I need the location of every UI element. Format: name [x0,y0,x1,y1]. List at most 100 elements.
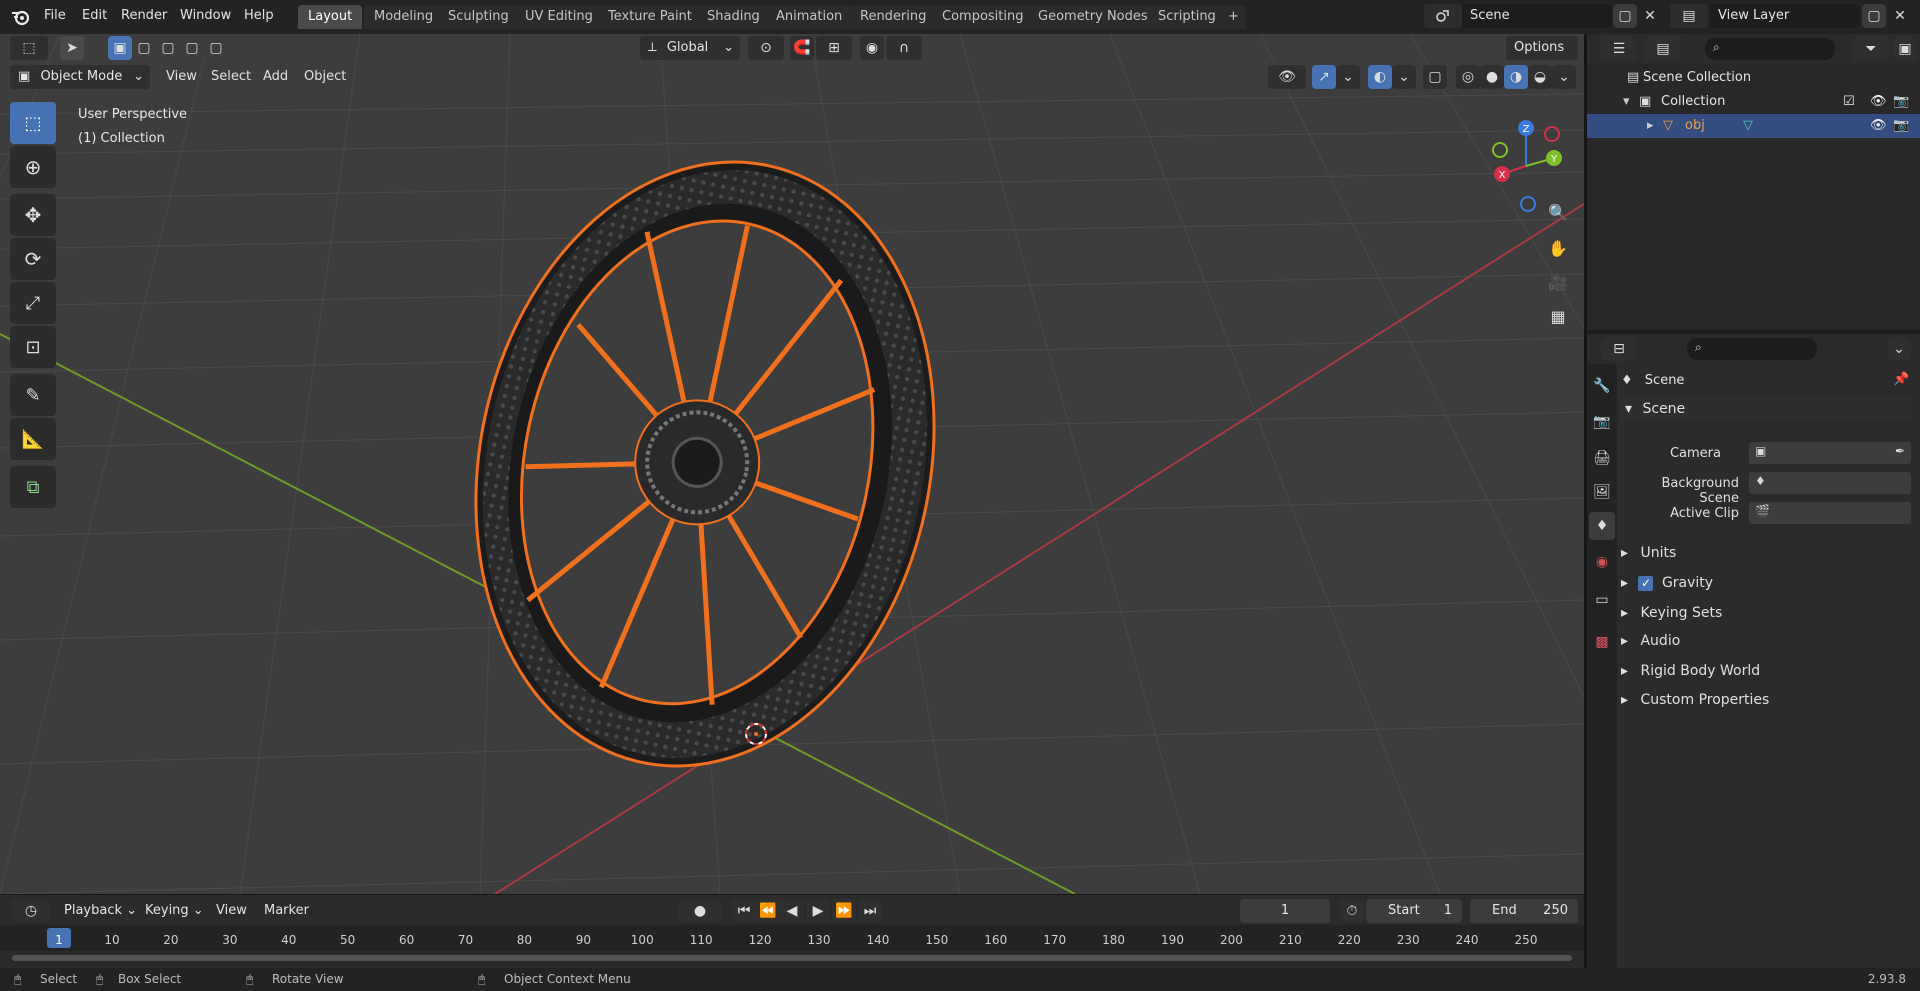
play-reverse-icon[interactable]: ◀ [780,899,804,923]
scene-tab-icon[interactable]: ♦ [1589,512,1615,540]
jump-start-icon[interactable]: ⏮ [732,899,756,923]
scene-selector-icon[interactable] [1424,4,1462,28]
mode-dropdown[interactable]: ▣ Object Mode ⌄ [10,65,150,89]
texture-tab-icon[interactable]: ▩ [1589,628,1615,656]
menu-help[interactable]: Help [237,5,281,27]
scene-panel-header[interactable]: ▾ Scene [1621,396,1911,422]
scene-collection-row[interactable]: ▤ Scene Collection [1587,66,1920,90]
overlay-dropdown-icon[interactable]: ⌄ [1392,65,1416,89]
tool-transform[interactable]: ⊡ [10,326,56,368]
add-workspace-button[interactable]: + [1221,5,1246,29]
tool-scale[interactable]: ⤢ [10,282,56,324]
gravity-checkbox-icon[interactable]: ✓ [1638,576,1654,591]
view-layer-tab-icon[interactable]: 🖼 [1589,478,1615,506]
checkbox-icon[interactable]: ☑ [1843,90,1855,114]
audio-panel[interactable]: ▸ Audio [1621,628,1680,654]
new-scene-icon[interactable]: ▢ [1613,4,1637,28]
start-frame-field[interactable]: Start 1 [1366,899,1462,923]
tool-select[interactable]: ⬚ [10,102,56,144]
background-scene-field[interactable]: ♦ [1749,472,1911,494]
next-keyframe-icon[interactable]: ⏩ [832,899,856,923]
visibility-icon[interactable]: 👁 [1268,65,1306,89]
tab-modeling[interactable]: Modeling [364,5,444,29]
camera-icon[interactable]: 📷 [1893,114,1909,138]
tab-geometry-nodes[interactable]: Geometry Nodes [1028,5,1158,29]
tab-uv-editing[interactable]: UV Editing [515,5,603,29]
transform-orientation-dropdown[interactable]: ⟂ Global ⌄ [640,36,740,60]
keying-sets-panel[interactable]: ▸ Keying Sets [1621,600,1722,626]
tab-rendering[interactable]: Rendering [850,5,937,29]
outliner[interactable]: ☰ ▤ ⌕ ⏷ ▣ ▤ Scene Collection ▾ ▣ Collect… [1587,34,1920,330]
view-layer-field[interactable]: View Layer [1710,4,1860,28]
world-tab-icon[interactable]: ◉ [1589,548,1615,576]
delete-view-layer-icon[interactable]: ✕ [1888,4,1912,28]
camera-field[interactable]: ▣ ✒ [1749,442,1911,464]
record-icon[interactable]: ● [678,899,722,923]
pan-hand-icon[interactable]: ✋ [1542,232,1574,264]
play-icon[interactable]: ▶ [806,899,830,923]
active-clip-field[interactable]: 🎬 [1749,502,1911,524]
tool-annotate[interactable]: ✎ [10,374,56,416]
properties-options-icon[interactable]: ⌄ [1887,337,1911,361]
filter-icon[interactable]: ⏷ [1853,37,1889,61]
menu-object[interactable]: Object [296,65,354,89]
eye-icon[interactable]: 👁 [1870,90,1887,114]
properties-search-input[interactable]: ⌕ [1687,338,1817,360]
timeline[interactable]: ◷ Playback ⌄ Keying ⌄ View Marker ● ⏮ ⏪ … [0,894,1584,968]
current-frame-field[interactable]: 1 [1240,899,1330,923]
eyedropper-icon[interactable]: ✒ [1895,444,1905,458]
properties-editor[interactable]: ⊟ ⌕ ⌄ 🔧 📷 🖨 🖼 ♦ ◉ ▭ ▩ ♦ Scene 📌 ▾ Scene … [1587,334,1920,968]
tool-measure[interactable]: 📐 [10,418,56,460]
new-view-layer-icon[interactable]: ▢ [1862,4,1886,28]
proportional-edit-icon[interactable]: ◉ [860,36,884,60]
stopwatch-icon[interactable]: ⏱ [1340,899,1364,923]
gravity-panel[interactable]: ▸ ✓ Gravity [1621,570,1713,596]
jump-end-icon[interactable]: ⏭ [858,899,882,923]
options-dropdown[interactable]: Options ⌄ [1506,36,1578,79]
shading-dropdown-icon[interactable]: ⌄ [1552,65,1576,89]
tab-compositing[interactable]: Compositing [932,5,1034,29]
snap-target-icon[interactable]: ⊞ [816,36,852,60]
tool-add-cube[interactable]: ⧉ [10,466,56,508]
overlay-toggle-icon[interactable]: ◐ [1368,65,1392,89]
display-mode-icon[interactable]: ▤ [1645,37,1681,61]
scene-name-field[interactable]: Scene [1462,4,1612,28]
render-tab-icon[interactable]: 📷 [1589,408,1615,436]
tab-shading[interactable]: Shading [697,5,770,29]
zoom-icon[interactable]: 🔍 [1542,196,1574,228]
shading-rendered-icon[interactable]: ◒ [1528,65,1552,89]
tab-texture-paint[interactable]: Texture Paint [598,5,702,29]
blender-logo-icon[interactable] [10,7,32,27]
select-mode-icon[interactable]: ➤ [60,36,84,60]
output-tab-icon[interactable]: 🖨 [1589,444,1615,472]
xray-toggle-icon[interactable]: ▢ [1423,65,1447,89]
timeline-view-menu[interactable]: View [208,899,255,923]
tool-rotate[interactable]: ⟳ [10,238,56,280]
select-intersect-icon[interactable]: ▢ [204,36,228,60]
pivot-point-icon[interactable]: ⊙ [748,36,784,60]
shading-wireframe-icon[interactable]: ◎ [1456,65,1480,89]
eye-icon[interactable]: 👁 [1870,114,1887,138]
tab-layout[interactable]: Layout [298,5,363,29]
timeline-scrollbar[interactable] [12,955,1572,961]
gizmo-toggle-icon[interactable]: ↗ [1312,65,1336,89]
ortho-grid-icon[interactable]: ▦ [1542,300,1574,332]
select-invert-icon[interactable]: ▢ [180,36,204,60]
wheel-object[interactable] [422,119,989,809]
delete-scene-icon[interactable]: ✕ [1638,4,1662,28]
expand-arrow-icon[interactable]: ▸ [1647,114,1654,138]
prev-keyframe-icon[interactable]: ⏪ [756,899,780,923]
outliner-search-input[interactable]: ⌕ [1705,38,1835,60]
collection-tab-icon[interactable]: ▭ [1589,586,1615,614]
frame-ruler[interactable]: 1 10 20 30 40 50 60 70 80 90 100 110 120 130 140 150 160… [0,925,1584,951]
gizmo-dropdown-icon[interactable]: ⌄ [1336,65,1360,89]
menu-render[interactable]: Render [114,5,174,27]
viewport-scene[interactable] [0,34,1584,894]
menu-window[interactable]: Window [173,5,238,27]
properties-editor-icon[interactable]: ⊟ [1601,337,1637,361]
new-collection-icon[interactable]: ▣ [1893,37,1917,61]
playback-menu[interactable]: Playback ⌄ [56,899,146,923]
select-new-icon[interactable]: ▣ [108,36,132,60]
view-layer-icon[interactable]: ▤ [1670,4,1708,28]
editor-type-icon[interactable]: ⬚ [10,36,48,60]
